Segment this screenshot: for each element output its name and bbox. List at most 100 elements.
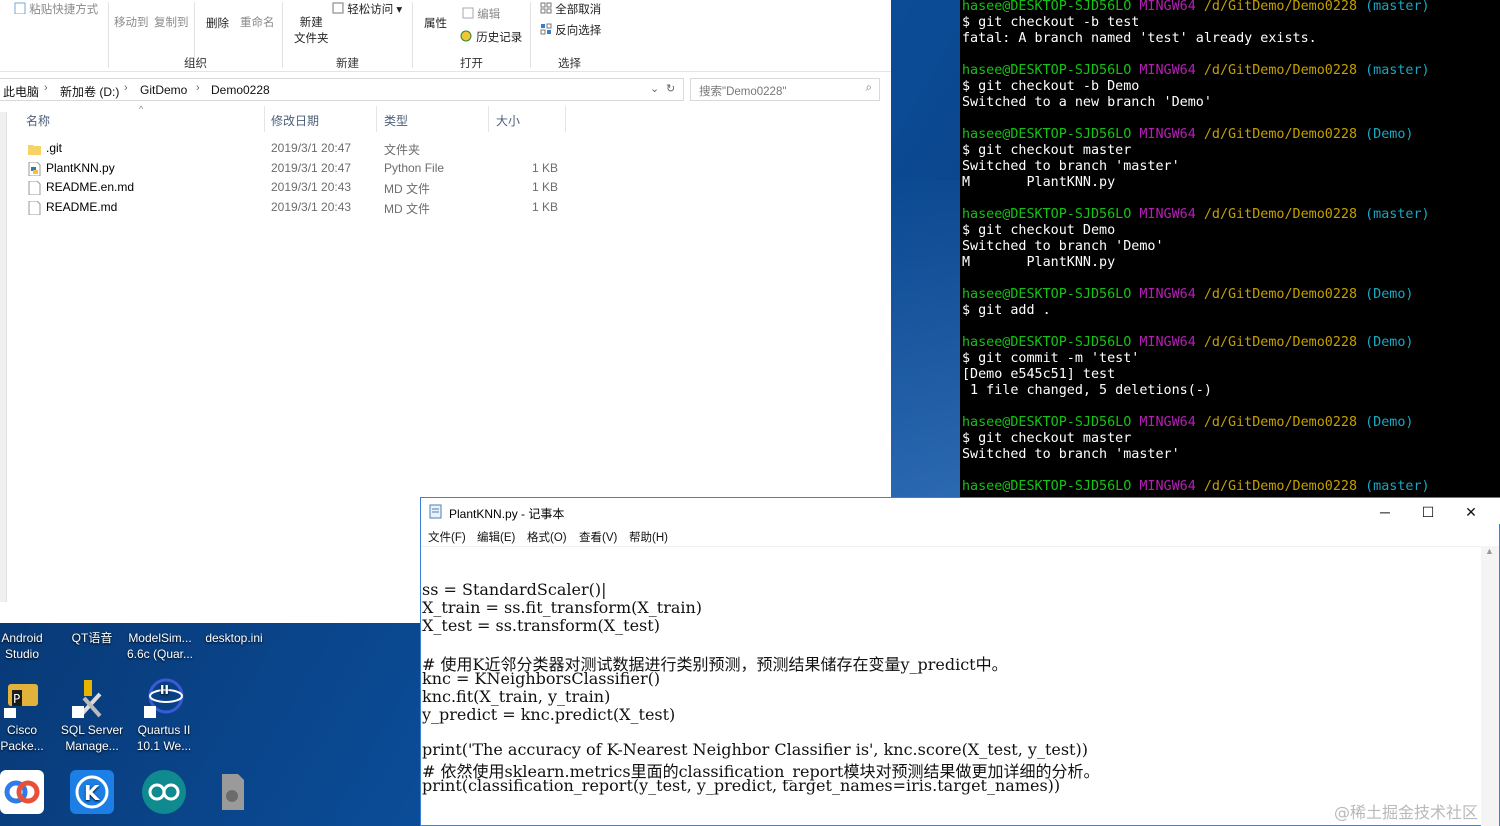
invert-selection-label: 反向选择 (555, 25, 602, 37)
folder-icon (28, 145, 41, 155)
icon-label: Quartus II (137, 723, 191, 737)
icon-label: QT语音 (71, 631, 113, 645)
desktop-icon-arduino[interactable] (130, 770, 198, 816)
breadcrumb-gitdemo[interactable]: GitDemo (140, 83, 187, 97)
address-dropdown-icon[interactable]: ⌄ (650, 82, 659, 95)
scroll-up-icon[interactable]: ▲ (1485, 546, 1494, 556)
column-divider[interactable] (488, 106, 489, 132)
notepad-text-area[interactable]: ss = StandardScaler()| X_train = ss.fit_t… (421, 546, 1481, 826)
terminal-prompt-line: hasee@DESKTOP-SJD56LO MINGW64 /d/GitDemo… (962, 63, 1430, 79)
paste-shortcut-button[interactable]: 粘贴快捷方式 (14, 1, 98, 17)
arduino-icon (142, 770, 186, 814)
edit-button[interactable]: 编辑 (462, 6, 500, 22)
menu-file[interactable]: 文件(F) (428, 529, 466, 545)
breadcrumb-demo0228[interactable]: Demo0228 (211, 83, 270, 97)
md-file-icon (28, 201, 41, 215)
prompt-branch: (master) (1365, 0, 1430, 14)
column-divider[interactable] (376, 106, 377, 132)
prompt-path: /d/GitDemo/Demo0228 (1203, 207, 1358, 222)
terminal-output-line: $ git commit -m 'test' (962, 351, 1140, 366)
column-header-name[interactable]: 名称 (26, 112, 50, 129)
column-header-modified[interactable]: 修改日期 (271, 112, 319, 129)
search-icon: ⌕ (865, 82, 872, 94)
breadcrumb-drive[interactable]: 新加卷 (D:) (60, 83, 119, 100)
ribbon-divider (108, 2, 109, 68)
delete-button[interactable]: 删除 (206, 15, 229, 31)
file-row[interactable]: PlantKNN.py 2019/3/1 20:47 Python File 1… (24, 159, 584, 179)
rename-button[interactable]: 重命名 (240, 14, 275, 30)
column-header-type[interactable]: 类型 (384, 112, 408, 129)
terminal-output-line: $ git checkout master (962, 431, 1132, 446)
paste-shortcut-label: 粘贴快捷方式 (29, 4, 99, 16)
desktop-icon-kugou[interactable]: K (58, 770, 126, 816)
terminal-output-line: Switched to branch 'master' (962, 159, 1180, 174)
desktop-icon-quartus[interactable]: II Quartus II 10.1 We... (130, 676, 198, 754)
terminal-prompt-line: hasee@DESKTOP-SJD56LO MINGW64 /d/GitDemo… (962, 207, 1430, 223)
prompt-path: /d/GitDemo/Demo0228 (1203, 335, 1358, 350)
notepad-vertical-scrollbar[interactable]: ▲ (1481, 546, 1499, 826)
ribbon-group-open: 打开 (460, 58, 483, 70)
column-divider[interactable] (264, 106, 265, 132)
code-line: knc.fit(X_train, y_train) (422, 687, 611, 706)
invert-selection-button[interactable]: 反向选择 (540, 22, 601, 38)
prompt-mingw: MINGW64 (1139, 335, 1196, 350)
edit-label: 编辑 (477, 9, 501, 21)
menu-format[interactable]: 格式(O) (527, 529, 567, 545)
terminal-output-line: [Demo e545c51] test (962, 367, 1116, 382)
minimize-button[interactable]: ─ (1363, 501, 1407, 523)
file-name: PlantKNN.py (46, 161, 115, 175)
search-input[interactable]: 搜索"Demo0228" ⌕ (690, 78, 880, 101)
desktop-icon-modelsim[interactable]: ModelSim... 6.6c (Quar... (126, 630, 194, 662)
desktop-icon-cisco-packet-tracer[interactable]: P Cisco Packe... (0, 676, 56, 754)
terminal-output-line: fatal: A branch named 'test' already exi… (962, 31, 1317, 46)
file-row[interactable]: README.en.md 2019/3/1 20:43 MD 文件 1 KB (24, 178, 584, 198)
edit-icon (462, 7, 474, 22)
breadcrumb-chevron-icon: › (196, 82, 200, 94)
ribbon-group-organize: 组织 (184, 58, 207, 70)
maximize-button[interactable]: ☐ (1406, 501, 1450, 523)
prompt-user: hasee@DESKTOP-SJD56LO (962, 0, 1132, 14)
prompt-branch: (Demo) (1365, 287, 1414, 302)
menu-view[interactable]: 查看(V) (579, 529, 617, 545)
git-bash-terminal[interactable]: hasee@DESKTOP-SJD56LO MINGW64 /d/GitDemo… (960, 0, 1500, 497)
terminal-output-line: Switched to branch 'Demo' (962, 239, 1164, 254)
navigation-pane-scrollbar[interactable] (0, 112, 7, 602)
select-none-button[interactable]: 全部取消 (540, 1, 601, 17)
desktop-icon-qt-voice[interactable]: QT语音 (58, 630, 126, 646)
file-row[interactable]: README.md 2019/3/1 20:43 MD 文件 1 KB (24, 198, 584, 218)
prompt-path: /d/GitDemo/Demo0228 (1203, 0, 1358, 14)
desktop-icon-baidu-netdisk[interactable] (0, 770, 56, 816)
file-type: Python File (384, 161, 445, 175)
code-line: X_train = ss.fit_transform(X_train) (422, 598, 703, 617)
icon-label: Manage... (65, 739, 119, 753)
menu-help[interactable]: 帮助(H) (629, 529, 668, 545)
sort-ascending-icon: ^ (139, 104, 144, 114)
desktop-icon-desktop-ini[interactable]: desktop.ini (200, 630, 268, 646)
terminal-output-line: $ git checkout Demo (962, 223, 1116, 238)
prompt-path: /d/GitDemo/Demo0228 (1203, 415, 1358, 430)
refresh-icon[interactable]: ↻ (666, 82, 675, 95)
prompt-mingw: MINGW64 (1139, 0, 1196, 14)
prompt-mingw: MINGW64 (1139, 287, 1196, 302)
close-button[interactable]: ✕ (1449, 501, 1493, 523)
move-to-button[interactable]: 移动到 (114, 14, 149, 30)
column-header-size[interactable]: 大小 (496, 112, 520, 129)
column-divider[interactable] (565, 106, 566, 132)
copy-to-button[interactable]: 复制到 (154, 14, 189, 30)
easy-access-button[interactable]: 轻松访问 ▾ (332, 1, 402, 17)
properties-button[interactable]: 属性 (424, 15, 447, 31)
icon-label: Android (1, 631, 43, 645)
new-folder-button[interactable]: 新建 文件夹 (294, 14, 329, 46)
address-bar[interactable]: 此电脑 › 新加卷 (D:) › GitDemo › Demo0228 ⌄ ↻ (0, 78, 684, 101)
history-icon (460, 30, 473, 46)
notepad-titlebar[interactable]: PlantKNN.py - 记事本 ─ ☐ ✕ (421, 498, 1500, 524)
desktop-icon-settings-file[interactable] (198, 770, 266, 816)
breadcrumb-this-pc[interactable]: 此电脑 (3, 83, 39, 100)
md-file-icon (28, 181, 41, 195)
file-row[interactable]: .git 2019/3/1 20:47 文件夹 (24, 139, 584, 159)
desktop-icon-sql-server[interactable]: SQL Server Manage... (58, 676, 126, 754)
desktop-icon-android-studio[interactable]: Android Studio (0, 630, 56, 662)
history-button[interactable]: 历史记录 (460, 29, 522, 46)
gear-file-icon (210, 770, 254, 814)
menu-edit[interactable]: 编辑(E) (477, 529, 515, 545)
